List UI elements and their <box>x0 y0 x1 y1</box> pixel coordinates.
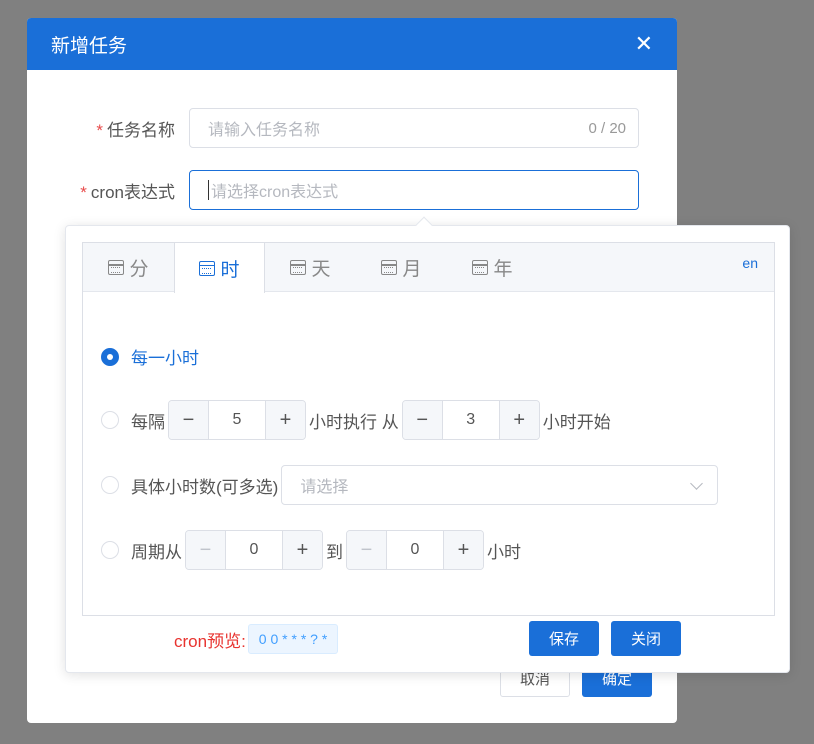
interval-value[interactable]: 5 <box>209 401 265 439</box>
calendar-icon <box>472 260 489 275</box>
option-interval: 每隔 − 5 + 小时执行 从 − 3 + 小时开始 <box>101 400 611 440</box>
option-specific: 具体小时数(可多选) 请选择 <box>101 465 719 505</box>
language-toggle[interactable]: en <box>742 255 758 271</box>
option-range: 周期从 − 0 + 到 − 0 + 小时 <box>101 530 521 570</box>
interval-prefix: 每隔 <box>131 412 165 432</box>
close-icon[interactable]: ✕ <box>635 33 653 55</box>
preview-value: 0 0 * * * ? * <box>247 624 339 654</box>
save-button[interactable]: 保存 <box>529 621 599 656</box>
start-value[interactable]: 3 <box>443 401 499 439</box>
cron-input[interactable]: 请选择cron表达式 <box>189 170 639 210</box>
tab-hour[interactable]: 时 <box>174 243 265 293</box>
interval-stepper: − 5 + <box>168 400 306 440</box>
dialog-title: 新增任务 <box>51 35 128 57</box>
radio-interval[interactable] <box>101 411 119 429</box>
tab-year[interactable]: 年 <box>447 243 538 292</box>
start-stepper: − 3 + <box>401 400 540 440</box>
range-suffix: 小时 <box>487 542 521 562</box>
radio-specific[interactable] <box>101 476 119 494</box>
dialog-header: 新增任务 ✕ <box>27 18 677 70</box>
every-hour-label: 每一小时 <box>131 349 199 368</box>
close-button[interactable]: 关闭 <box>611 621 681 656</box>
range-prefix: 周期从 <box>131 542 182 562</box>
char-counter: 0 / 20 <box>588 119 626 137</box>
increment-button[interactable]: + <box>265 401 305 439</box>
radio-every-hour[interactable] <box>101 347 119 366</box>
tab-day[interactable]: 天 <box>265 243 356 292</box>
tab-month[interactable]: 月 <box>356 243 447 292</box>
interval-middle: 小时执行 从 <box>309 412 399 432</box>
tab-minute[interactable]: 分 <box>83 243 174 292</box>
calendar-icon <box>199 260 216 276</box>
increment-button[interactable]: + <box>498 401 539 439</box>
chevron-down-icon <box>690 477 704 490</box>
specific-label: 具体小时数(可多选) <box>131 477 279 497</box>
decrement-button[interactable]: − <box>169 401 209 439</box>
tab-bar: 分 时 天 月 年 en <box>83 243 774 293</box>
range-from-value[interactable]: 0 <box>226 531 282 569</box>
radio-range[interactable] <box>101 541 119 559</box>
increment-button[interactable]: + <box>443 531 483 569</box>
decrement-button[interactable]: − <box>402 401 443 439</box>
cron-label: * cron表达式 <box>80 182 175 202</box>
calendar-icon <box>290 260 307 275</box>
interval-suffix: 小时开始 <box>542 412 611 432</box>
cron-row: * cron表达式 请选择cron表达式 <box>27 170 639 210</box>
cron-preview: cron预览: 0 0 * * * ? * <box>174 624 339 654</box>
range-from-stepper: − 0 + <box>185 530 323 570</box>
increment-button[interactable]: + <box>282 531 322 569</box>
task-name-label: * 任务名称 <box>96 120 175 140</box>
hours-select[interactable]: 请选择 <box>281 465 719 505</box>
calendar-icon <box>108 260 125 275</box>
decrement-button[interactable]: − <box>347 531 387 569</box>
decrement-button[interactable]: − <box>186 531 226 569</box>
range-to-value[interactable]: 0 <box>387 531 443 569</box>
range-to-stepper: − 0 + <box>346 530 484 570</box>
text-caret <box>208 180 209 200</box>
cron-tabs: 分 时 天 月 年 en 每一小时 每隔 − 5 + 小时执行 从 − 3 + <box>82 242 775 616</box>
calendar-icon <box>381 260 398 275</box>
range-middle: 到 <box>326 542 343 562</box>
task-name-input[interactable]: 请输入任务名称 0 / 20 <box>189 108 639 148</box>
option-every-hour[interactable]: 每一小时 <box>101 344 199 369</box>
task-name-row: * 任务名称 请输入任务名称 0 / 20 <box>27 108 639 148</box>
preview-label: cron预览: <box>174 631 246 651</box>
cron-popover: 分 时 天 月 年 en 每一小时 每隔 − 5 + 小时执行 从 − 3 + <box>65 216 790 673</box>
